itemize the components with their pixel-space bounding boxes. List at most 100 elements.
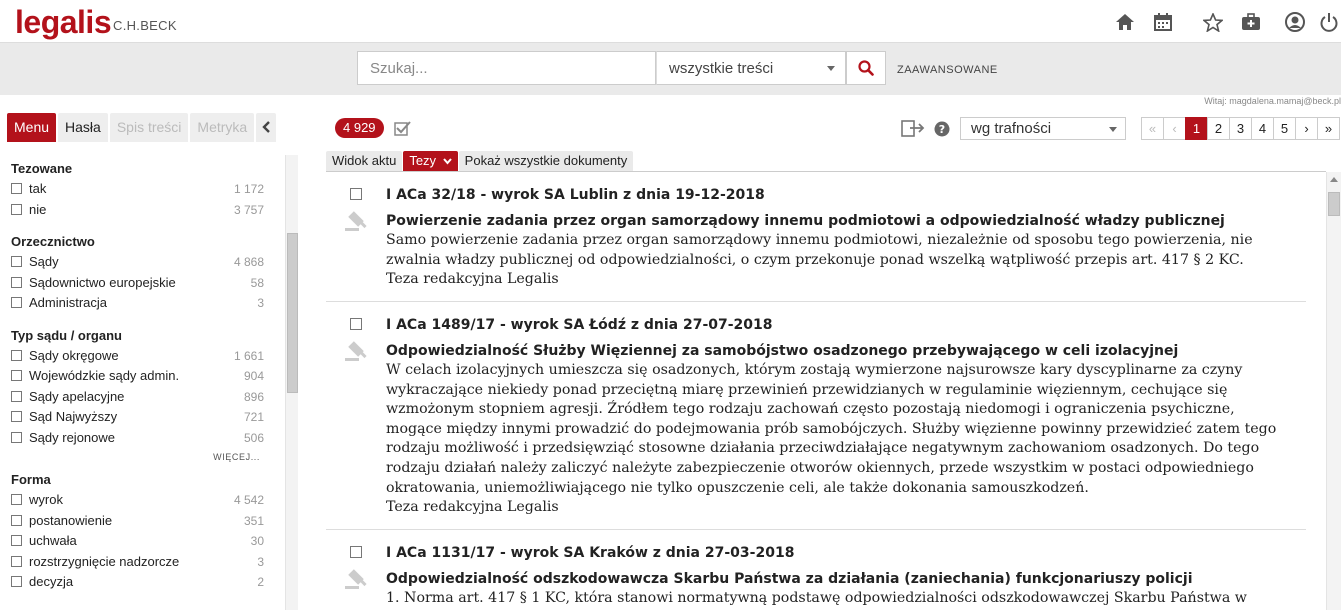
result-signature[interactable]: I ACa 32/18 - wyrok SA Lublin z dnia 19-… (326, 172, 1306, 206)
filter-group-forma: Forma wyrok 4 542 postanowienie 351 uchwał… (11, 470, 283, 593)
welcome-text: Witaj: magdalena.mamaj@beck.pl (1204, 96, 1341, 106)
export-icon[interactable] (901, 119, 927, 141)
tab-metryka[interactable]: Metryka (190, 113, 255, 142)
search-scope-select[interactable]: wszystkie treści (656, 51, 846, 85)
tab-spis-tresci[interactable]: Spis treści (109, 113, 189, 142)
page-5-button[interactable]: 5 (1273, 117, 1296, 140)
select-all-icon[interactable] (394, 120, 412, 140)
tab-menu[interactable]: Menu (7, 113, 57, 142)
search-button[interactable] (846, 51, 886, 85)
checkbox[interactable] (11, 297, 22, 308)
page-last-button[interactable]: » (1317, 117, 1340, 140)
tab-widok-aktu[interactable]: Widok aktu (326, 151, 403, 171)
app-header: legalis C.H.BECK (0, 0, 1341, 42)
page-1-button[interactable]: 1 (1185, 117, 1208, 140)
tab-pokaz-wszystkie[interactable]: Pokaż wszystkie dokumenty (458, 151, 634, 171)
filter-item[interactable]: decyzja 2 (11, 572, 283, 593)
search-scope-value: wszystkie treści (669, 60, 774, 77)
checkbox[interactable] (11, 576, 22, 587)
checkbox[interactable] (11, 514, 22, 526)
page-4-button[interactable]: 4 (1251, 117, 1274, 140)
tab-hasla[interactable]: Hasła (58, 113, 108, 142)
result-checkbox[interactable] (350, 188, 362, 200)
checkbox[interactable] (11, 276, 22, 288)
filter-group-orzecznictwo: Orzecznictwo Sądy 4 868 Sądownictwo europ… (11, 232, 283, 314)
legalis-logo[interactable]: legalis (15, 4, 112, 41)
scrollbar-thumb[interactable] (287, 233, 298, 393)
filter-item[interactable]: nie 3 757 (11, 200, 283, 221)
search-bar: wszystkie treści ZAAWANSOWANE (0, 42, 1341, 95)
gavel-icon (345, 341, 367, 361)
page-3-button[interactable]: 3 (1229, 117, 1252, 140)
filter-group-tezowane: Tezowane tak 1 172 nie 3 757 (11, 159, 283, 220)
result-checkbox[interactable] (350, 546, 362, 558)
result-item: I ACa 1131/17 - wyrok SA Kraków z dnia 2… (326, 530, 1306, 610)
filter-item[interactable]: Sądy 4 868 (11, 252, 283, 273)
advanced-search-link[interactable]: ZAAWANSOWANE (897, 64, 998, 76)
results-scrollbar[interactable] (1326, 172, 1341, 610)
filter-item[interactable]: rozstrzygnięcie nadzorcze 3 (11, 552, 283, 573)
caret-down-icon (827, 66, 835, 71)
checkbox[interactable] (11, 431, 22, 443)
page-2-button[interactable]: 2 (1207, 117, 1230, 140)
gavel-icon (345, 569, 367, 589)
filter-item[interactable]: Wojewódzkie sądy admin. 904 (11, 366, 283, 387)
pagination: « ‹ 1 2 3 4 5 › » (1141, 117, 1340, 140)
logo-subtitle: C.H.BECK (113, 18, 177, 33)
help-icon[interactable]: ? (934, 121, 950, 141)
collapse-panel-button[interactable] (256, 113, 277, 142)
home-icon[interactable] (1113, 10, 1137, 34)
result-signature[interactable]: I ACa 1131/17 - wyrok SA Kraków z dnia 2… (326, 530, 1306, 564)
filter-item[interactable]: tak 1 172 (11, 179, 283, 200)
checkbox[interactable] (11, 555, 22, 567)
show-more-link[interactable]: WIĘCEJ... (11, 448, 283, 466)
filter-item[interactable]: uchwała 30 (11, 531, 283, 552)
briefcase-icon[interactable] (1239, 10, 1263, 34)
checkbox[interactable] (11, 183, 22, 194)
filter-item[interactable]: Sądy rejonowe 506 (11, 428, 283, 449)
result-title[interactable]: Odpowiedzialność odszkodowawcza Skarbu P… (326, 564, 1306, 589)
filter-panel: Tezowane tak 1 172 nie 3 757 Orzecznictwo … (0, 155, 283, 610)
svg-text:?: ? (939, 123, 945, 136)
tab-tezy[interactable]: Tezy (403, 151, 458, 171)
search-input[interactable] (357, 51, 656, 85)
result-footer: Teza redakcyjna Legalis (386, 271, 559, 288)
result-text: 1. Norma art. 417 § 1 KC, która stanowi … (386, 590, 1247, 606)
chevron-left-icon (262, 121, 271, 133)
checkbox[interactable] (11, 494, 22, 505)
page-next-button[interactable]: › (1295, 117, 1318, 140)
star-icon[interactable] (1201, 10, 1225, 34)
filter-item[interactable]: postanowienie 351 (11, 511, 283, 532)
tab-label: Tezy (409, 153, 437, 168)
page-prev-button[interactable]: ‹ (1163, 117, 1186, 140)
checkbox[interactable] (11, 535, 22, 546)
results-count-badge: 4 929 (335, 118, 384, 138)
filter-item[interactable]: Sądy apelacyjne 896 (11, 387, 283, 408)
filter-item[interactable]: Sądy okręgowe 1 661 (11, 346, 283, 367)
filter-item[interactable]: Sądownictwo europejskie 58 (11, 273, 283, 294)
result-signature[interactable]: I ACa 1489/17 - wyrok SA Łódź z dnia 27-… (326, 302, 1306, 336)
checkbox[interactable] (11, 411, 22, 422)
power-icon[interactable] (1317, 10, 1341, 34)
checkbox[interactable] (11, 370, 22, 381)
calendar-icon[interactable] (1151, 10, 1175, 34)
result-title[interactable]: Odpowiedzialność Służby Więziennej za sa… (326, 336, 1306, 361)
result-title[interactable]: Powierzenie zadania przez organ samorząd… (326, 206, 1306, 231)
filter-item[interactable]: wyrok 4 542 (11, 490, 283, 511)
filter-item[interactable]: Administracja 3 (11, 293, 283, 314)
results-list: I ACa 32/18 - wyrok SA Lublin z dnia 19-… (326, 172, 1326, 610)
result-item: I ACa 1489/17 - wyrok SA Łódź z dnia 27-… (326, 302, 1306, 530)
scroll-up-icon[interactable] (1330, 177, 1338, 182)
filter-item[interactable]: Sąd Najwyższy 721 (11, 407, 283, 428)
scrollbar-thumb[interactable] (1328, 192, 1340, 216)
user-icon[interactable] (1283, 10, 1307, 34)
filter-scrollbar[interactable] (285, 155, 298, 610)
page-first-button[interactable]: « (1141, 117, 1164, 140)
checkbox[interactable] (11, 349, 22, 361)
checkbox[interactable] (11, 390, 22, 402)
chevron-down-icon (442, 158, 452, 165)
result-checkbox[interactable] (350, 318, 362, 330)
checkbox[interactable] (11, 203, 22, 215)
checkbox[interactable] (11, 256, 22, 267)
sort-select[interactable]: wg trafności (960, 117, 1126, 140)
